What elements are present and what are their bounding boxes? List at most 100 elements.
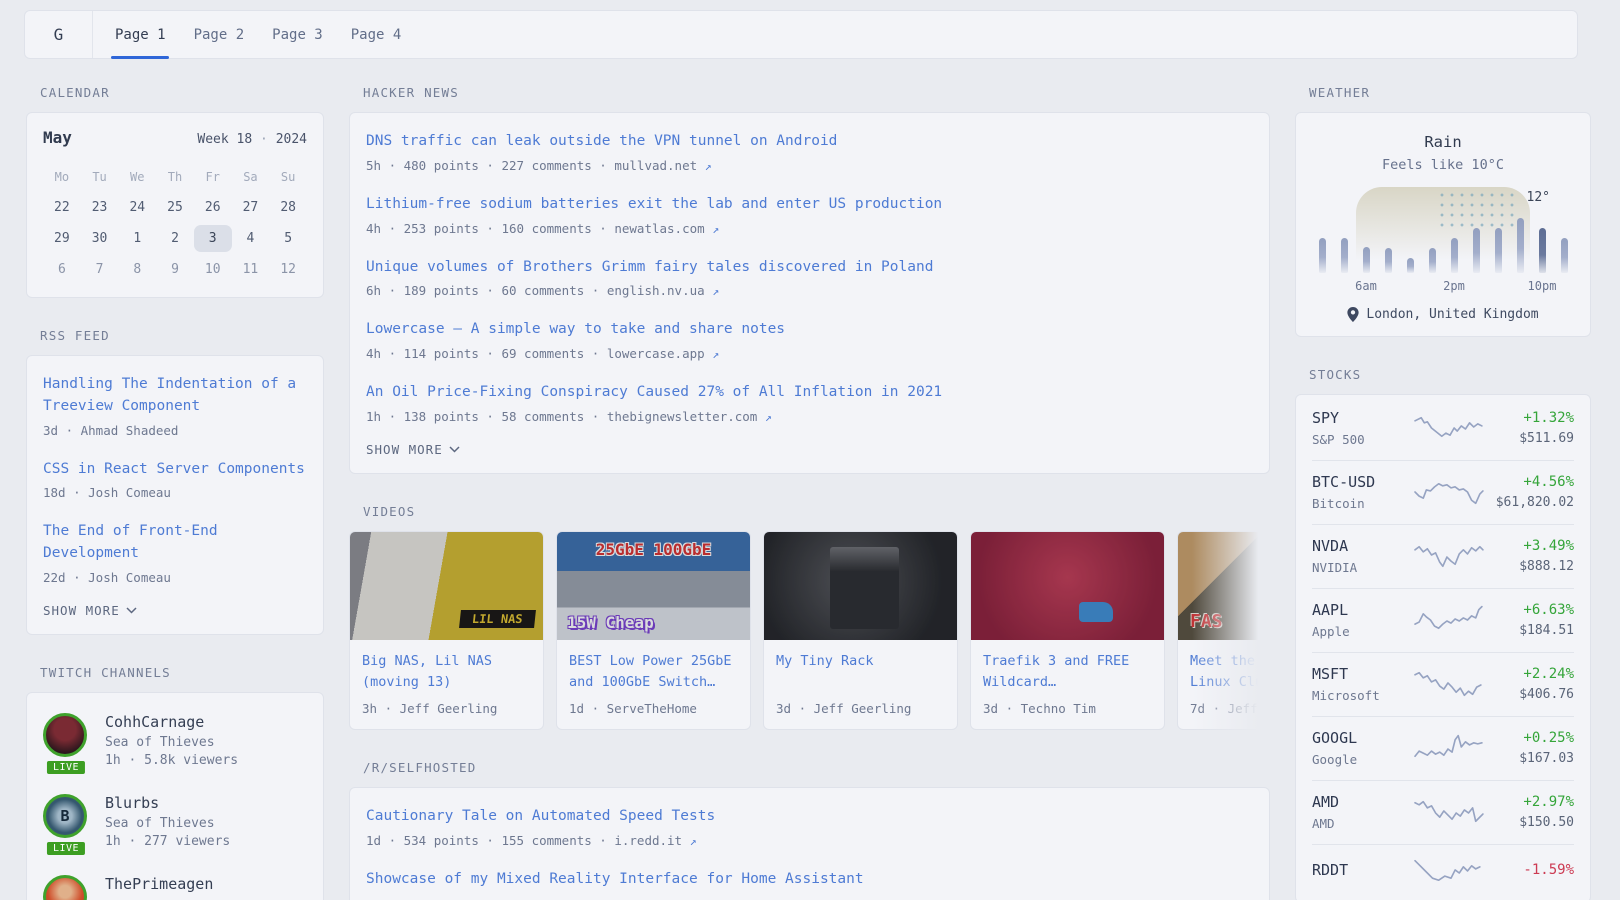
calendar-day: 10 [194,256,232,283]
rss-item-title[interactable]: Handling The Indentation of a Treeview C… [43,374,307,418]
calendar-day-header: Mo [43,163,81,190]
stock-change: +1.32% [1494,410,1574,426]
rss-item-title[interactable]: The End of Front-End Development [43,521,307,565]
hn-item: DNS traffic can leak outside the VPN tun… [366,131,1253,173]
stock-row[interactable]: NVDANVIDIA +3.49%$888.12 [1312,524,1574,588]
video-card[interactable]: Traefik 3 and FREE Wildcard… 3d · Techno… [970,531,1165,730]
hn-item-meta: 1h · 138 points · 58 comments · thebigne… [366,409,1253,424]
app-logo-letter: G [54,25,64,44]
live-badge: LIVE [45,759,87,776]
app-logo[interactable]: G [25,11,93,58]
twitch-channel-row[interactable]: B LIVE Blurbs Sea of Thieves 1h · 277 vi… [43,794,307,849]
chevron-down-icon [126,607,137,614]
hn-item-title[interactable]: DNS traffic can leak outside the VPN tun… [366,131,1253,153]
rss-item-title[interactable]: CSS in React Server Components [43,459,307,481]
tab-page-2[interactable]: Page 2 [194,11,245,58]
dashboard-columns: CALENDAR May Week 18 · 2024 MoTuWeThFrSa… [0,85,1620,900]
video-title[interactable]: Traefik 3 and FREE Wildcard… [983,651,1152,693]
video-thumbnail[interactable] [971,532,1164,640]
stock-symbol: AMD [1312,793,1406,811]
video-thumbnail[interactable]: LIL NAS [350,532,543,640]
left-column: CALENDAR May Week 18 · 2024 MoTuWeThFrSa… [26,85,324,900]
stock-row[interactable]: SPYS&P 500 +1.32%$511.69 [1312,397,1574,460]
tab-page-4[interactable]: Page 4 [351,11,402,58]
weather-bar [1319,238,1326,273]
rss-item: CSS in React Server Components 18d · Jos… [43,459,307,501]
hn-item-meta: 4h · 114 points · 69 comments · lowercas… [366,346,1253,361]
middle-column: HACKER NEWS DNS traffic can leak outside… [349,85,1270,900]
weather-bar [1385,248,1392,273]
weather-bar [1341,238,1348,273]
video-thumbnail[interactable]: FAS [1178,532,1270,640]
hn-item-title[interactable]: An Oil Price-Fixing Conspiracy Caused 27… [366,382,1253,404]
twitch-channel-name[interactable]: CohhCarnage [105,713,238,731]
stock-symbol: GOOGL [1312,729,1406,747]
reddit-card: Cautionary Tale on Automated Speed Tests… [349,787,1270,900]
tab-page-1[interactable]: Page 1 [115,11,166,58]
twitch-widget: TWITCH CHANNELS LIVE CohhCarnage Sea of … [26,665,324,900]
calendar-day: 22 [43,194,81,221]
video-card[interactable]: My Tiny Rack 3d · Jeff Geerling [763,531,958,730]
stock-change: +0.25% [1494,730,1574,746]
stock-row[interactable]: AAPLApple +6.63%$184.51 [1312,588,1574,652]
stocks-card: SPYS&P 500 +1.32%$511.69 BTC-USDBitcoin … [1295,394,1591,900]
stock-row[interactable]: GOOGLGoogle +0.25%$167.03 [1312,716,1574,780]
calendar-card: May Week 18 · 2024 MoTuWeThFrSaSu2223242… [26,112,324,298]
videos-widget: VIDEOS LIL NAS Big NAS, Lil NAS (moving … [349,504,1270,730]
external-link-icon[interactable]: ↗ [712,347,719,361]
calendar-day: 24 [118,194,156,221]
video-card[interactable]: LIL NAS Big NAS, Lil NAS (moving 13) 3h … [349,531,544,730]
weather-tick: 2pm [1443,279,1465,293]
calendar-month: May [43,128,72,147]
video-title[interactable]: Meet the ne Linux Clust [1190,651,1270,693]
external-link-icon[interactable]: ↗ [712,222,719,236]
external-link-icon[interactable]: ↗ [712,284,719,298]
stock-symbol: BTC-USD [1312,473,1406,491]
external-link-icon[interactable]: ↗ [765,410,772,424]
video-thumbnail[interactable] [764,532,957,640]
hn-item-title[interactable]: Unique volumes of Brothers Grimm fairy t… [366,257,1253,279]
twitch-channel-row[interactable]: LIVE CohhCarnage Sea of Thieves 1h · 5.8… [43,713,307,768]
twitch-channel-name[interactable]: ThePrimeagen [105,875,213,893]
calendar-day: 26 [194,194,232,221]
calendar-day: 9 [156,256,194,283]
stock-symbol: AAPL [1312,601,1406,619]
twitch-channel-name[interactable]: Blurbs [105,794,230,812]
stock-row[interactable]: RDDT -1.59% [1312,844,1574,900]
video-card[interactable]: 25GbE 100GbE 15W Cheap BEST Low Power 25… [556,531,751,730]
video-thumbnail[interactable]: 25GbE 100GbE 15W Cheap [557,532,750,640]
thumbnail-text: 25GbE 100GbE [557,540,750,559]
tab-page-3[interactable]: Page 3 [272,11,323,58]
stock-sparkline [1414,413,1486,443]
avatar [43,875,87,900]
calendar-day: 6 [43,256,81,283]
external-link-icon[interactable]: ↗ [705,159,712,173]
hacker-news-section-title: HACKER NEWS [363,85,1256,100]
stock-name: AMD [1312,816,1406,831]
weather-chart: 12° 6am 2pm 10pm [1319,187,1568,273]
show-more-button[interactable]: SHOW MORE [43,603,137,618]
avatar: B [43,794,87,838]
show-more-button[interactable]: SHOW MORE [366,442,460,457]
stock-name: S&P 500 [1312,432,1406,447]
video-meta: 3d · Jeff Geerling [776,701,945,716]
hn-item-title[interactable]: Lithium-free sodium batteries exit the l… [366,194,1253,216]
rss-widget: RSS FEED Handling The Indentation of a T… [26,328,324,635]
reddit-item-title[interactable]: Showcase of my Mixed Reality Interface f… [366,869,1253,891]
stock-price: $888.12 [1494,559,1574,574]
twitch-channel-row[interactable]: ThePrimeagen [43,875,307,900]
stock-row[interactable]: MSFTMicrosoft +2.24%$406.76 [1312,652,1574,716]
external-link-icon[interactable]: ↗ [690,834,697,848]
rss-item-meta: 3d · Ahmad Shadeed [43,423,307,438]
stock-row[interactable]: AMDAMD +2.97%$150.50 [1312,780,1574,844]
stock-sparkline [1414,605,1486,635]
video-card[interactable]: FAS Meet the ne Linux Clust 7d · Jeff Ge [1177,531,1270,730]
video-title[interactable]: My Tiny Rack [776,651,945,693]
video-title[interactable]: BEST Low Power 25GbE and 100GbE Switch… [569,651,738,693]
calendar-day: 7 [81,256,119,283]
reddit-item-title[interactable]: Cautionary Tale on Automated Speed Tests [366,806,1253,828]
stock-row[interactable]: BTC-USDBitcoin +4.56%$61,820.02 [1312,460,1574,524]
video-title[interactable]: Big NAS, Lil NAS (moving 13) [362,651,531,693]
hn-item-title[interactable]: Lowercase – A simple way to take and sha… [366,319,1253,341]
weather-bar [1539,228,1546,273]
